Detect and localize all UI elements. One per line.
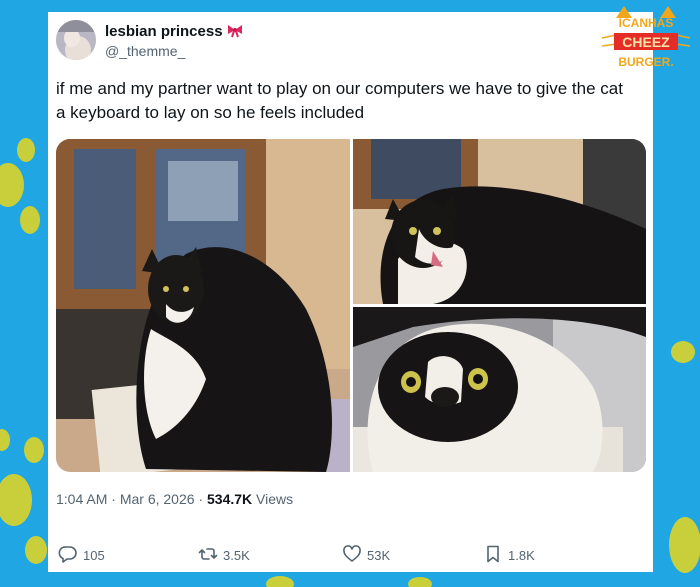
logo-line-2: CHEEZ bbox=[622, 34, 670, 50]
like-button[interactable]: 53K bbox=[342, 544, 390, 567]
like-count: 53K bbox=[367, 548, 391, 563]
cat-photo-3[interactable] bbox=[353, 307, 646, 472]
logo-line-3: BURGER. bbox=[618, 55, 673, 69]
avatar[interactable] bbox=[56, 20, 96, 60]
repost-button[interactable]: 3.5K bbox=[198, 544, 250, 567]
meta-separator: · bbox=[111, 491, 116, 507]
paw-print-bottom bbox=[266, 576, 432, 587]
tweet-time[interactable]: 1:04 AM bbox=[56, 491, 107, 507]
repost-count: 3.5K bbox=[223, 548, 250, 563]
reply-icon bbox=[58, 544, 78, 567]
cat-photo-2[interactable] bbox=[353, 139, 646, 304]
bookmark-button[interactable]: 1.8K bbox=[483, 544, 535, 567]
tweet-text: if me and my partner want to play on our… bbox=[56, 79, 623, 122]
reply-count: 105 bbox=[83, 548, 105, 563]
media-grid bbox=[56, 139, 646, 472]
display-name-text: lesbian princess bbox=[105, 23, 223, 40]
bow-icon bbox=[227, 24, 243, 42]
cat-photo-1[interactable] bbox=[56, 139, 350, 472]
paw-print-left-bottom bbox=[0, 429, 47, 564]
bookmark-icon bbox=[483, 544, 503, 567]
tweet-card: lesbian princess @_themme_ if me and my … bbox=[48, 12, 653, 572]
bookmark-count: 1.8K bbox=[508, 548, 535, 563]
tweet-meta: 1:04 AM · Mar 6, 2026 · 534.7K Views bbox=[56, 491, 293, 507]
action-bar: 105 3.5K 53K 1.8K bbox=[58, 544, 648, 566]
views-count: 534.7K bbox=[207, 491, 253, 507]
tweet-date[interactable]: Mar 6, 2026 bbox=[120, 491, 195, 507]
paw-print-left-top bbox=[0, 138, 40, 234]
reply-button[interactable]: 105 bbox=[58, 544, 105, 567]
repost-icon bbox=[198, 544, 218, 567]
cheezburger-logo: ICANHAS CHEEZ BURGER. bbox=[601, 4, 691, 72]
paw-print-right bbox=[669, 341, 700, 573]
heart-icon bbox=[342, 544, 362, 567]
display-name[interactable]: lesbian princess bbox=[105, 23, 243, 42]
logo-line-1: ICANHAS bbox=[619, 16, 674, 30]
meta-separator: · bbox=[198, 491, 204, 507]
views-label: Views bbox=[256, 491, 294, 507]
user-handle[interactable]: @_themme_ bbox=[105, 43, 185, 59]
